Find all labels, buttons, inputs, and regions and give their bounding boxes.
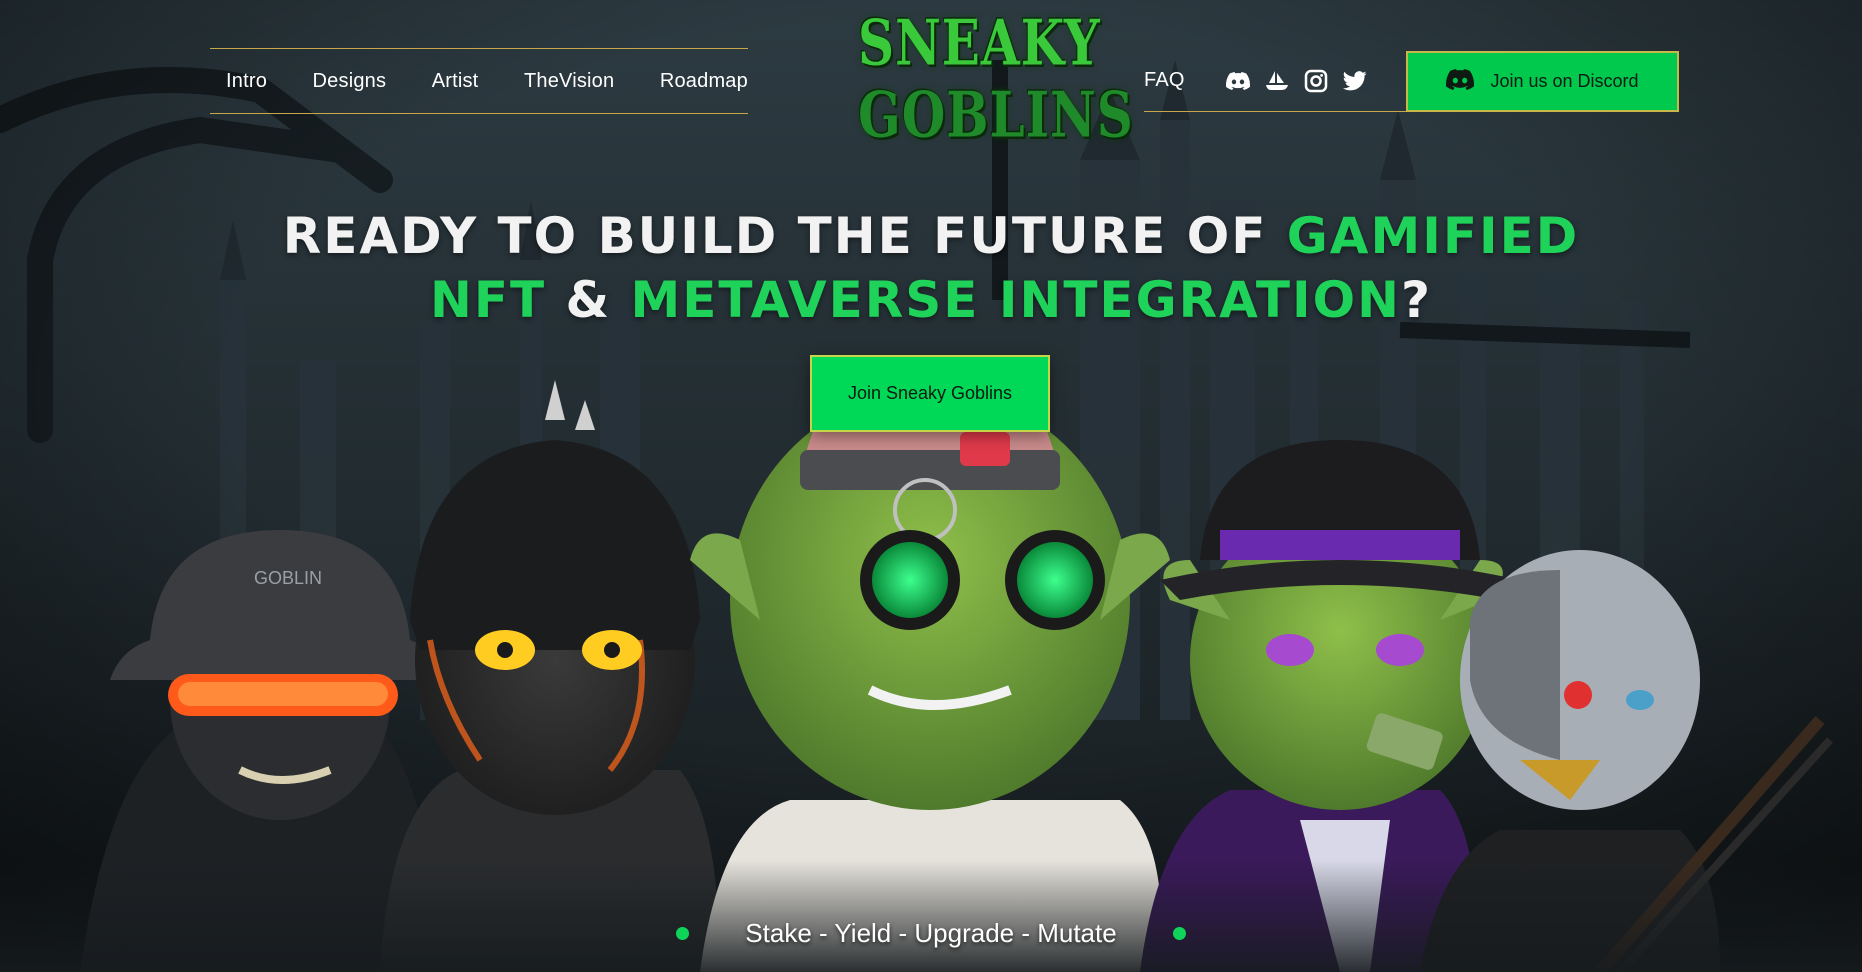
join-sneaky-goblins-button[interactable]: Join Sneaky Goblins	[810, 355, 1050, 432]
goblin-hat-text: GOBLIN	[254, 568, 322, 588]
hero-section: Intro Designs Artist TheVision Roadmap S…	[0, 0, 1862, 972]
tagline-dot-right	[1173, 926, 1186, 940]
tagline-row: Stake - Yield - Upgrade - Mutate	[676, 912, 1186, 954]
tagline-dot-left	[676, 926, 689, 940]
goblin-characters-illustration: GOBLIN	[0, 380, 1862, 972]
tagline-text: Stake - Yield - Upgrade - Mutate	[745, 917, 1117, 948]
